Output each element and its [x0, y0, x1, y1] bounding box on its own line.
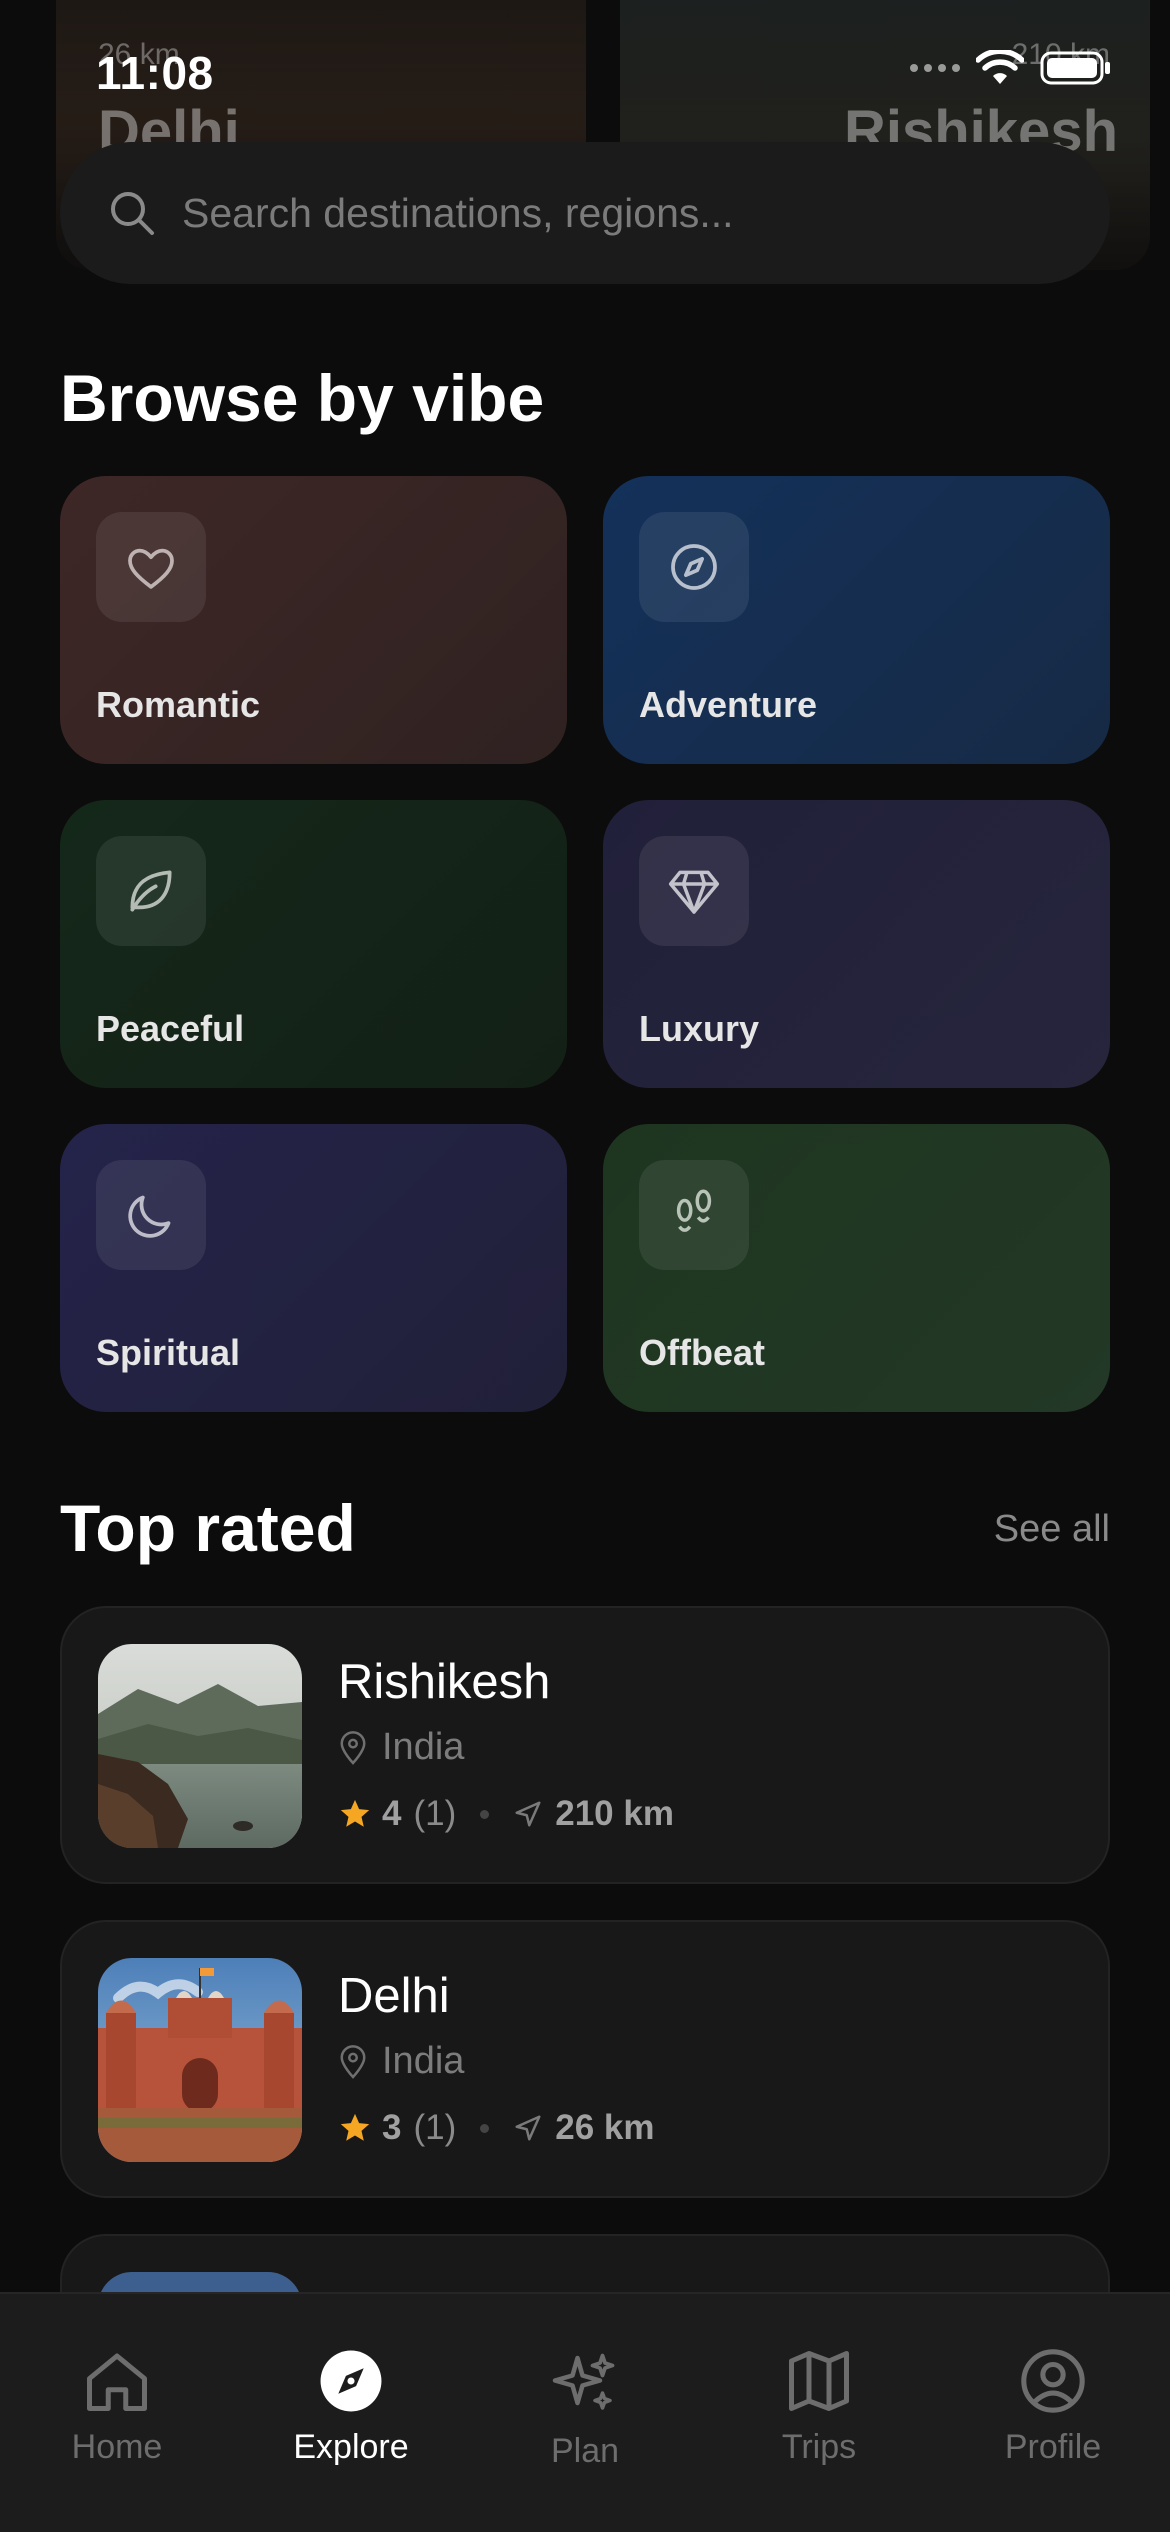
- tab-bar: Home Explore Plan Trips Profile: [0, 2292, 1170, 2532]
- star-icon: [340, 2113, 370, 2141]
- vibe-card-offbeat[interactable]: Offbeat: [603, 1124, 1110, 1412]
- compass-icon: [639, 512, 749, 622]
- vibe-card-adventure[interactable]: Adventure: [603, 476, 1110, 764]
- leaf-icon: [96, 836, 206, 946]
- place-country: India: [338, 1726, 464, 1769]
- user-circle-icon: [1021, 2349, 1085, 2413]
- navigation-arrow-icon: [515, 1801, 541, 1827]
- tab-profile[interactable]: Profile: [936, 2294, 1170, 2484]
- vibe-label: Adventure: [639, 684, 818, 725]
- tab-explore[interactable]: Explore: [234, 2294, 468, 2484]
- diamond-icon: [639, 836, 749, 946]
- separator-dot: [480, 2123, 490, 2133]
- place-country: India: [338, 2040, 464, 2083]
- place-card-rishikesh[interactable]: Rishikesh India 4 (1) 210 km: [60, 1606, 1110, 1884]
- moon-icon: [96, 1160, 206, 1270]
- map-icon: [789, 2351, 849, 2411]
- search-bar[interactable]: [60, 142, 1110, 284]
- place-rating: 4: [382, 1794, 402, 1833]
- vibe-card-luxury[interactable]: Luxury: [603, 800, 1110, 1088]
- battery-icon: [1040, 51, 1110, 85]
- place-card-delhi[interactable]: Delhi India 3 (1) 26 km: [60, 1920, 1110, 2198]
- star-icon: [340, 1799, 370, 1827]
- cellular-signal-icon: [910, 64, 960, 72]
- tab-label: Profile: [1004, 2428, 1102, 2466]
- place-thumbnail: [98, 1644, 302, 1848]
- browse-by-vibe-title: Browse by vibe: [60, 361, 545, 435]
- vibe-card-spiritual[interactable]: Spiritual: [60, 1124, 567, 1412]
- vibe-label: Romantic: [96, 684, 261, 725]
- place-distance: 26 km: [555, 2108, 655, 2147]
- status-bar: 11:08: [0, 0, 1170, 140]
- place-name: Delhi: [338, 1969, 450, 2023]
- place-review-count: (1): [413, 2108, 457, 2147]
- compass-icon: [320, 2350, 382, 2412]
- place-distance: 210 km: [555, 1794, 674, 1833]
- vibe-label: Luxury: [639, 1008, 760, 1049]
- place-country-label: India: [382, 2040, 465, 2082]
- vibe-card-peaceful[interactable]: Peaceful: [60, 800, 567, 1088]
- status-time: 11:08: [96, 47, 214, 99]
- tab-label: Home: [71, 2428, 163, 2466]
- search-icon: [111, 192, 154, 235]
- tab-plan[interactable]: Plan: [468, 2294, 702, 2484]
- place-meta: 3 (1) 26 km: [338, 2108, 655, 2148]
- top-rated-title: Top rated: [60, 1491, 356, 1565]
- status-icons: [910, 50, 1112, 86]
- place-review-count: (1): [413, 1794, 457, 1833]
- tab-home[interactable]: Home: [0, 2294, 234, 2484]
- vibe-label: Offbeat: [639, 1332, 765, 1373]
- place-name: Rishikesh: [338, 1655, 551, 1709]
- place-thumbnail: [98, 1958, 302, 2162]
- tab-label: Plan: [550, 2432, 620, 2470]
- search-input[interactable]: [182, 189, 1062, 237]
- place-meta: 4 (1) 210 km: [338, 1794, 674, 1834]
- place-rating: 3: [382, 2108, 402, 2147]
- vibe-label: Peaceful: [96, 1008, 245, 1049]
- tab-trips[interactable]: Trips: [702, 2294, 936, 2484]
- tab-label: Explore: [293, 2428, 409, 2466]
- separator-dot: [480, 1809, 490, 1819]
- tab-label: Trips: [781, 2428, 857, 2466]
- vibe-card-romantic[interactable]: Romantic: [60, 476, 567, 764]
- home-icon: [87, 2353, 147, 2411]
- see-all-link[interactable]: See all: [994, 1508, 1110, 1551]
- place-country-label: India: [382, 1726, 465, 1768]
- location-pin-icon: [340, 2044, 366, 2079]
- location-pin-icon: [340, 1730, 366, 1765]
- footprints-icon: [639, 1160, 749, 1270]
- vibe-label: Spiritual: [96, 1332, 241, 1373]
- sparkles-icon: [552, 2353, 615, 2410]
- navigation-arrow-icon: [515, 2115, 541, 2141]
- heart-icon: [96, 512, 206, 622]
- wifi-icon: [976, 50, 1024, 84]
